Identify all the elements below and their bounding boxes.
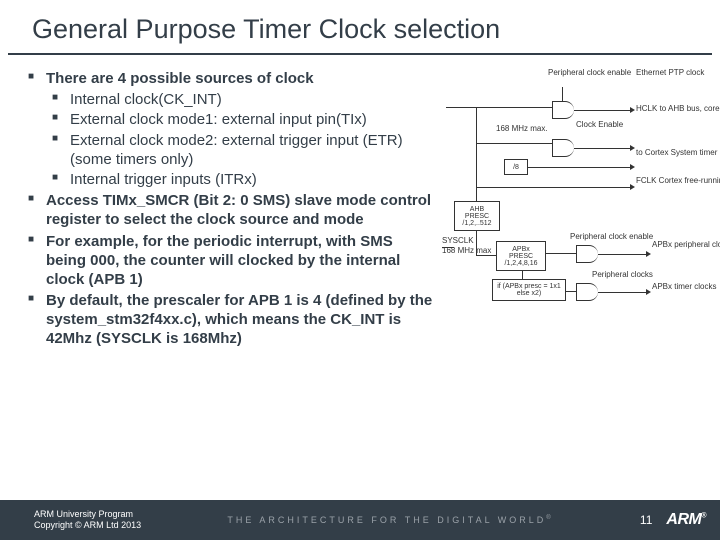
- wire: [562, 87, 563, 101]
- bullet-4: By default, the prescaler for APB 1 is 4…: [28, 291, 436, 349]
- content-area: There are 4 possible sources of clock In…: [0, 55, 720, 540]
- page-title: General Purpose Timer Clock selection: [8, 0, 712, 55]
- subbullet-2: External clock mode1: external input pin…: [52, 110, 436, 129]
- arm-logo-text: ARM: [666, 511, 701, 528]
- apbx-prescaler-text: APBx PRESC /1,2,4,8,16: [504, 246, 537, 267]
- and-gate-icon: [552, 139, 574, 157]
- if-condition-text: if (APBx presc = 1x1 else x2): [497, 283, 561, 297]
- label-fclk: FCLK Cortex free-running clock: [636, 177, 720, 186]
- label-hclk: HCLK to AHB bus, core, memory and DMA: [636, 105, 720, 114]
- apbx-prescaler-box: APBx PRESC /1,2,4,8,16: [496, 241, 546, 271]
- footer-bar: ARM University Program Copyright © ARM L…: [0, 500, 720, 540]
- subbullet-3: External clock mode2: external trigger i…: [52, 131, 436, 169]
- bullet-1-text: There are 4 possible sources of clock: [46, 70, 314, 87]
- subbullet-1: Internal clock(CK_INT): [52, 90, 436, 109]
- wire: [446, 107, 552, 108]
- wire: [476, 255, 496, 256]
- label-cortex-system-timer: to Cortex System timer: [636, 149, 717, 158]
- wire: [598, 292, 646, 293]
- divider-8-box: /8: [504, 159, 528, 175]
- and-gate-icon: [552, 101, 574, 119]
- subbullet-4: Internal trigger inputs (ITRx): [52, 170, 436, 189]
- bullet-2: Access TIMx_SMCR (Bit 2: 0 SMS) slave mo…: [28, 191, 436, 229]
- footer-program-line2: Copyright © ARM Ltd 2013: [34, 520, 141, 531]
- and-gate-icon: [576, 245, 598, 263]
- ahb-prescaler-box: AHB PRESC /1,2,..512: [454, 201, 500, 231]
- label-ethernet-ptp: Ethernet PTP clock: [636, 69, 704, 78]
- wire: [442, 247, 454, 248]
- label-apbx-peripheral-clocks: APBx peripheral clocks: [652, 241, 720, 250]
- if-condition-box: if (APBx presc = 1x1 else x2): [492, 279, 566, 301]
- footer-program-line1: ARM University Program: [34, 509, 141, 520]
- slide: General Purpose Timer Clock selection Th…: [0, 0, 720, 540]
- label-periph-clocks-3: Peripheral clocks: [592, 271, 653, 280]
- and-gate-icon: [576, 283, 598, 301]
- label-168mhz-max: 168 MHz max.: [496, 125, 548, 134]
- page-number: 11: [640, 513, 666, 527]
- label-periph-clock-enable: Peripheral clock enable: [548, 69, 631, 78]
- wire: [522, 271, 523, 279]
- bullet-column: There are 4 possible sources of clock In…: [28, 69, 436, 540]
- wire: [528, 167, 630, 168]
- wire: [476, 187, 630, 188]
- label-apbx-timer-clocks: APBx timer clocks: [652, 283, 716, 292]
- wire: [566, 291, 576, 292]
- wire: [476, 231, 477, 255]
- ahb-prescaler-text: AHB PRESC /1,2,..512: [462, 206, 491, 227]
- diagram-column: Peripheral clock enable Ethernet PTP clo…: [436, 69, 712, 540]
- label-clock-enable: Clock Enable: [576, 121, 623, 130]
- clock-tree-diagram: Peripheral clock enable Ethernet PTP clo…: [442, 69, 712, 329]
- wire: [546, 253, 576, 254]
- wire: [574, 110, 630, 111]
- footer-tagline-text: THE ARCHITECTURE FOR THE DIGITAL WORLD: [227, 515, 546, 525]
- wire: [598, 254, 646, 255]
- bullet-3: For example, for the periodic interrupt,…: [28, 232, 436, 290]
- label-sysclk: SYSCLK: [442, 237, 474, 246]
- footer-tagline: THE ARCHITECTURE FOR THE DIGITAL WORLD®: [141, 515, 640, 525]
- arm-logo: ARM®: [666, 511, 720, 529]
- wire: [476, 143, 552, 144]
- wire: [574, 148, 630, 149]
- bullet-1: There are 4 possible sources of clock In…: [28, 69, 436, 189]
- footer-program: ARM University Program Copyright © ARM L…: [0, 509, 141, 531]
- label-periph-clock-enable-2: Peripheral clock enable: [570, 233, 653, 242]
